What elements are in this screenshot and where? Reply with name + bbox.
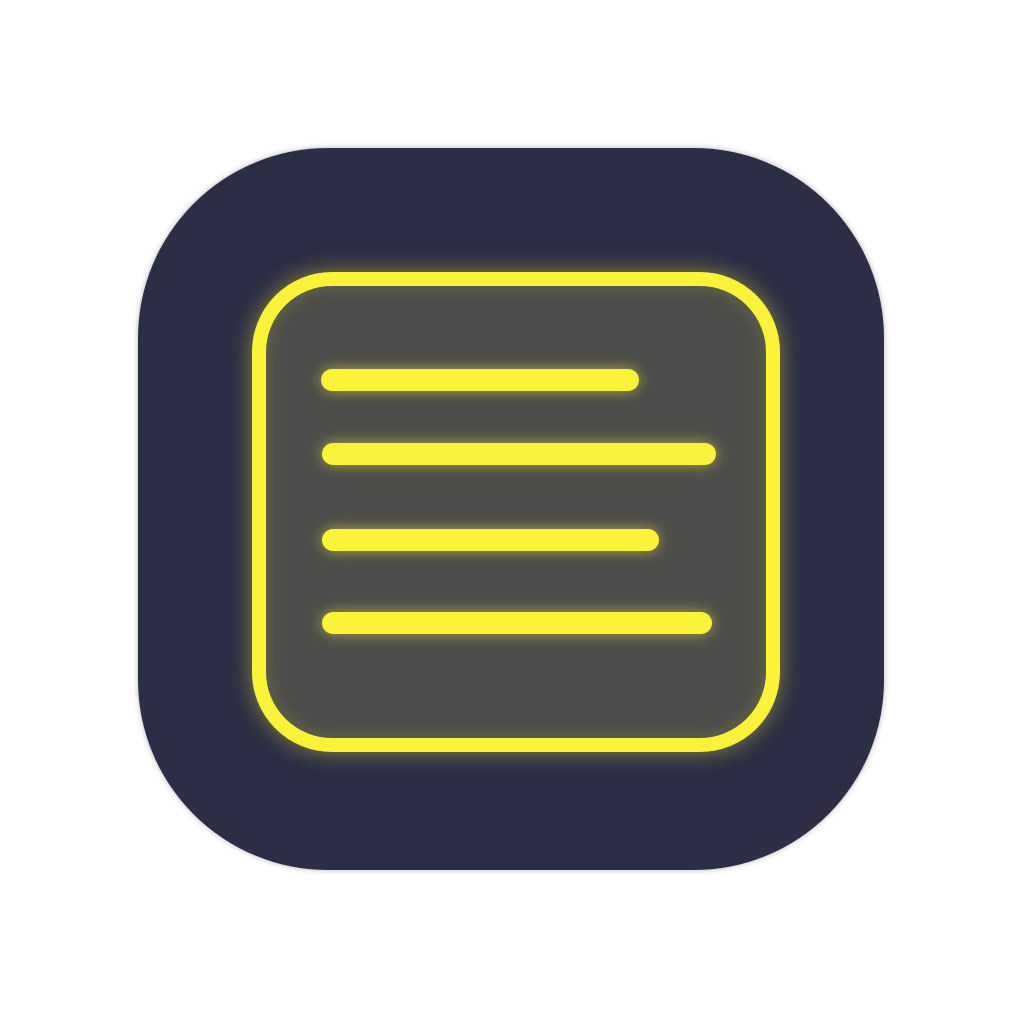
text-line-icon — [322, 529, 659, 551]
document-panel-icon — [252, 272, 780, 752]
text-line-icon — [322, 612, 712, 634]
text-line-icon — [322, 443, 716, 465]
text-line-icon — [321, 369, 639, 391]
icon-canvas — [0, 0, 1024, 1024]
